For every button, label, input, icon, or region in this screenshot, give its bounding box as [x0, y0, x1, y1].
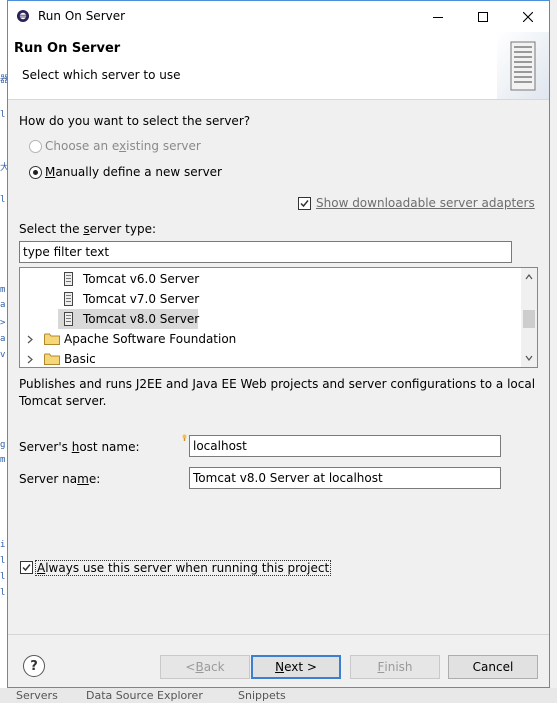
server-icon [64, 292, 73, 306]
eclipse-icon [17, 10, 29, 22]
server-icon [64, 272, 73, 286]
selection-question: How do you want to select the server? [19, 114, 251, 128]
back-button[interactable]: < Back [160, 655, 250, 679]
maximize-button[interactable] [460, 1, 505, 32]
header-title: Run On Server [14, 41, 121, 56]
background-tab-data-source: Data Source Explorer [86, 689, 203, 702]
tree-item-label: Apache Software Foundation [64, 332, 237, 346]
manual-server-radio[interactable] [29, 166, 42, 179]
scroll-thumb[interactable] [523, 310, 535, 328]
server-name-input[interactable]: Tomcat v8.0 Server at localhost [189, 467, 501, 489]
filter-input[interactable]: type filter text [19, 241, 512, 263]
manual-server-label: Manually define a new server [45, 165, 222, 179]
button-bar-separator [8, 634, 549, 635]
show-adapters-checkbox[interactable] [298, 197, 311, 210]
server-icon [64, 312, 73, 326]
server-description-line2: Tomcat server. [19, 394, 107, 408]
server-type-tree: Tomcat v6.0 Server Tomcat v7.0 Server To… [19, 267, 538, 368]
chevron-right-icon[interactable] [27, 335, 33, 344]
finish-button[interactable]: Finish [350, 655, 440, 679]
title-bar: Run On Server [8, 1, 549, 32]
tree-item-tomcat-7[interactable]: Tomcat v7.0 Server [58, 289, 200, 309]
header-subtitle: Select which server to use [22, 68, 181, 82]
close-button[interactable] [505, 1, 550, 32]
scroll-down-icon[interactable] [525, 354, 533, 362]
always-use-label: Always use this server when running this… [35, 560, 332, 576]
host-name-label: Server's host name: [19, 440, 140, 454]
next-button[interactable]: Next > [251, 655, 341, 679]
background-tab-snippets: Snippets [238, 689, 286, 702]
tree-item-basic[interactable]: Basic [24, 349, 264, 367]
tree-item-label: Tomcat v6.0 Server [83, 272, 200, 286]
always-use-checkbox[interactable] [20, 561, 33, 574]
tree-item-label: Tomcat v7.0 Server [83, 292, 200, 306]
tree-item-tomcat-6[interactable]: Tomcat v6.0 Server [58, 269, 200, 289]
scroll-up-icon[interactable] [525, 273, 533, 281]
server-type-label: Select the server type: [19, 222, 157, 236]
dialog-header: Run On Server Select which server to use [8, 32, 549, 100]
folder-icon [44, 333, 60, 345]
existing-server-radio[interactable] [29, 140, 42, 153]
run-on-server-dialog: Run On Server Run On Server Select which… [7, 0, 550, 688]
background-bottom-tabs: Servers Data Source Explorer Snippets [0, 688, 557, 703]
minimize-button[interactable] [415, 1, 460, 32]
server-description-line1: Publishes and runs J2EE and Java EE Web … [19, 377, 536, 391]
close-icon [522, 11, 533, 22]
content-assist-icon [182, 434, 187, 441]
cancel-button[interactable]: Cancel [448, 655, 538, 679]
tree-scrollbar[interactable] [521, 268, 537, 367]
show-adapters-link[interactable]: Show downloadable server adapters [316, 196, 535, 210]
tree-item-label: Tomcat v8.0 Server [83, 312, 200, 326]
server-banner-icon [497, 32, 549, 99]
help-button[interactable]: ? [23, 655, 45, 677]
server-name-label: Server name: [19, 472, 101, 486]
tree-item-label: Basic [64, 352, 96, 366]
tree-item-apache[interactable]: Apache Software Foundation [24, 329, 264, 349]
maximize-icon [477, 11, 488, 22]
minimize-icon [432, 16, 443, 18]
checkmark-icon [22, 564, 31, 572]
host-name-input[interactable]: localhost [189, 435, 501, 457]
background-editor-strip: 器 l 大 l m a > a v g m i l l l [0, 0, 9, 703]
chevron-right-icon[interactable] [27, 355, 33, 364]
tree-item-tomcat-8[interactable]: Tomcat v8.0 Server [58, 309, 200, 329]
folder-icon [44, 353, 60, 365]
window-title: Run On Server [38, 9, 126, 23]
background-tab-servers: Servers [16, 689, 58, 702]
checkmark-icon [300, 200, 309, 208]
existing-server-label: Choose an existing server [45, 139, 201, 153]
